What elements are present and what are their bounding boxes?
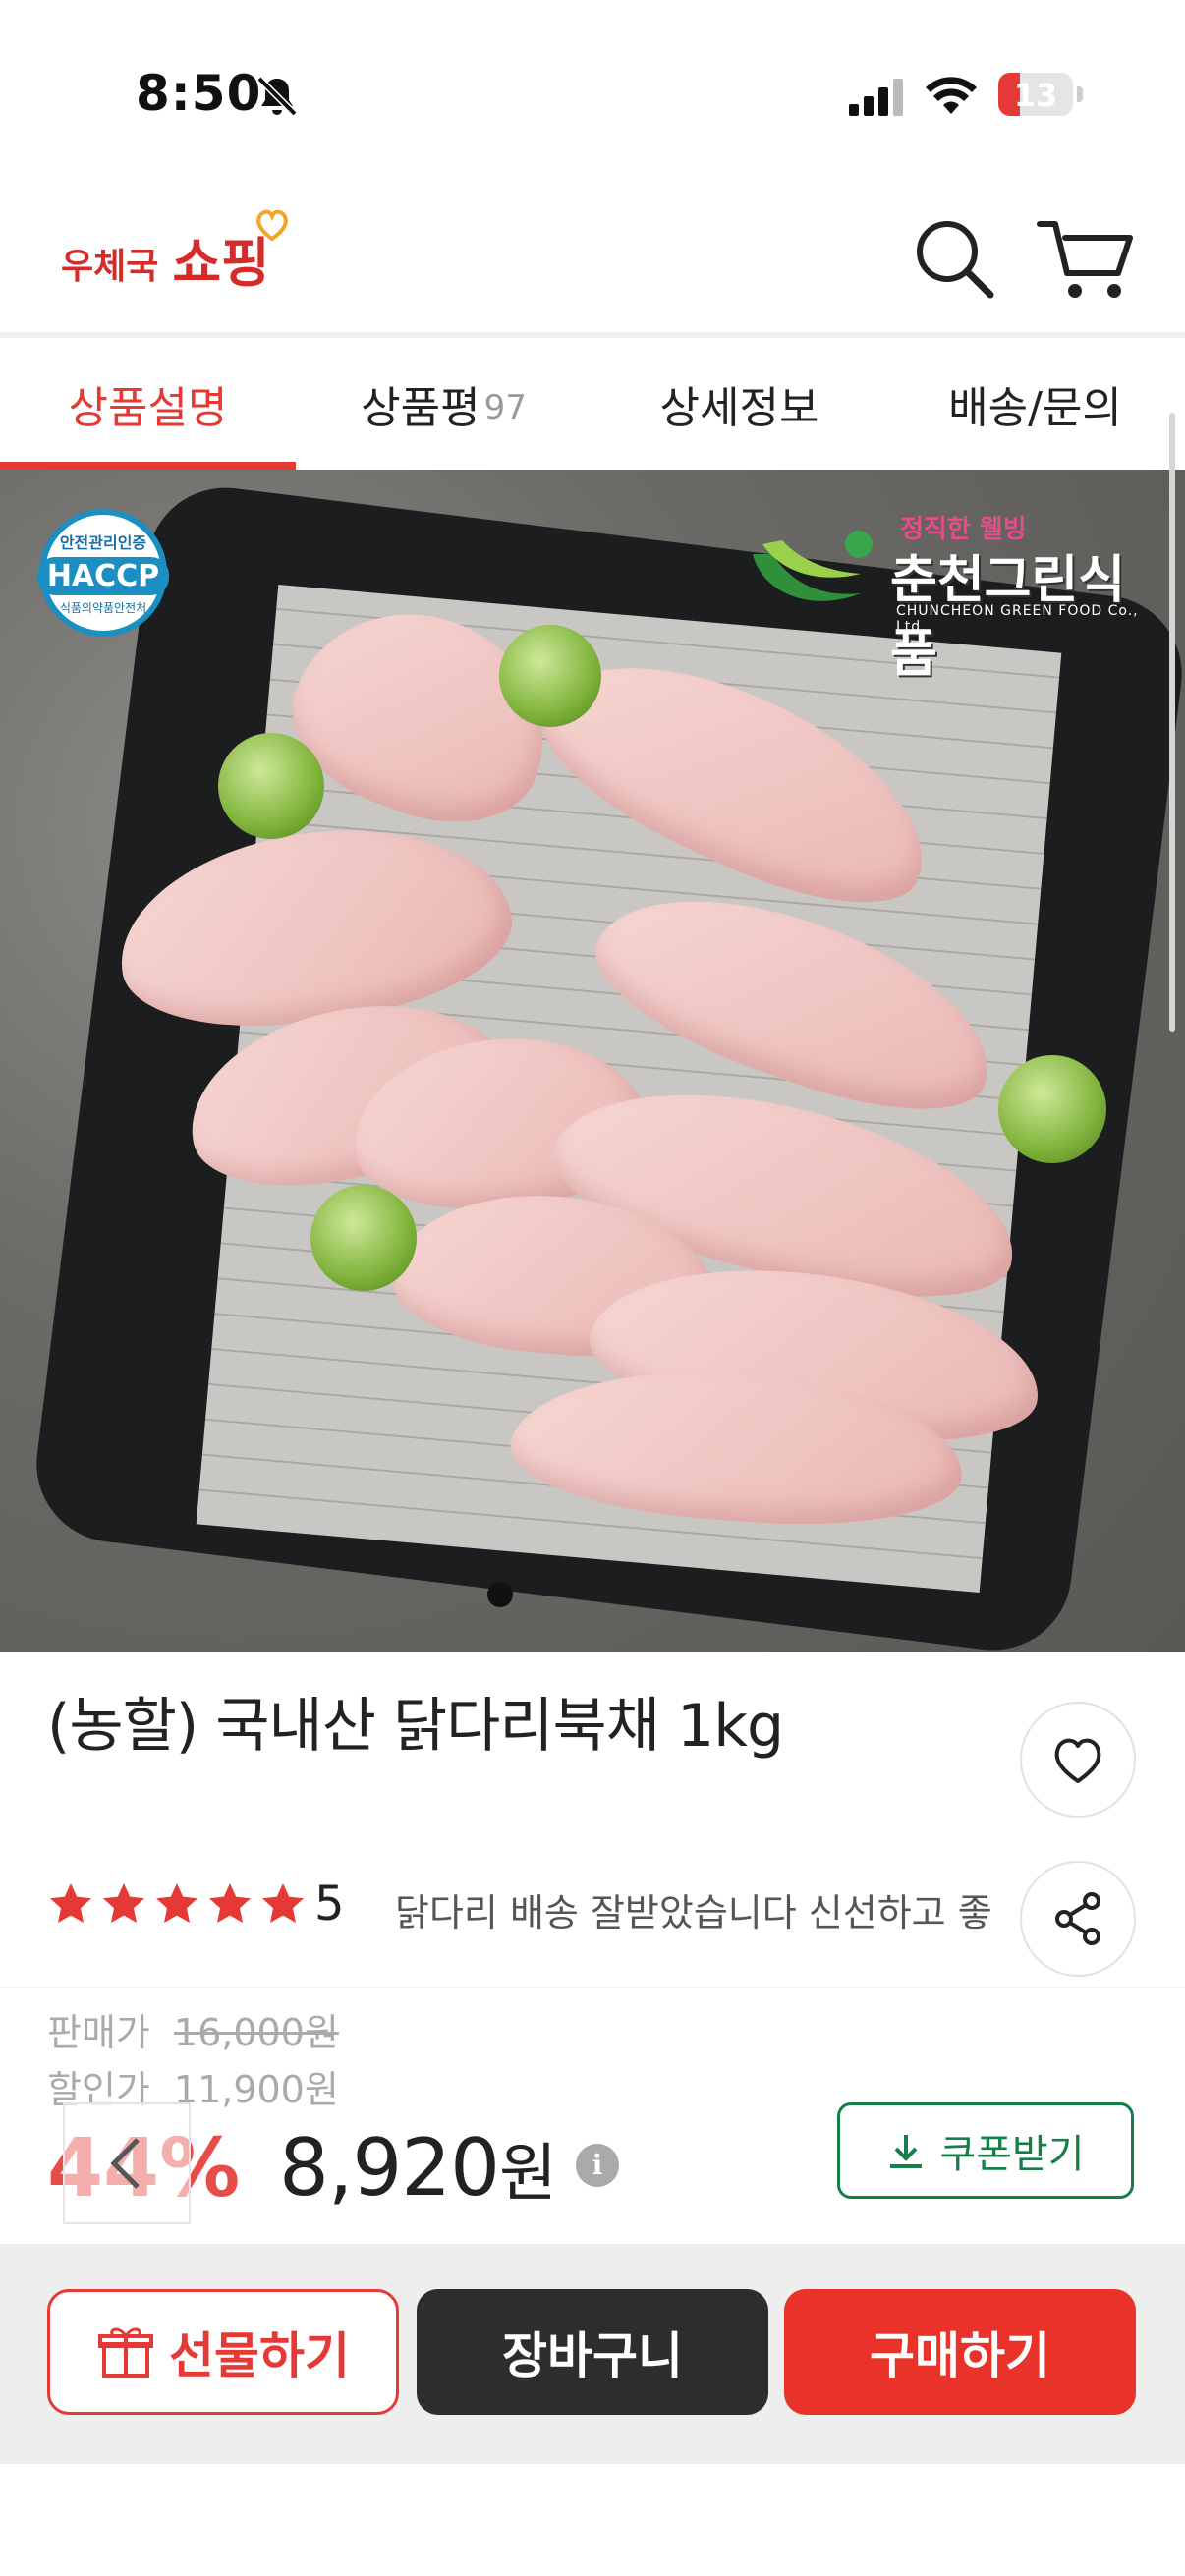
gift-label: 선물하기 (169, 2327, 350, 2384)
brand-logo: 정직한 웰빙 춘천그린식품 CHUNCHEON GREEN FOOD Co., … (743, 509, 1156, 684)
star-icon (103, 1883, 144, 1923)
share-icon (1055, 1892, 1100, 1945)
wifi-icon (926, 77, 977, 114)
star-icon (262, 1883, 304, 1923)
product-image[interactable]: 안전관리인증 HACCP 식품의약품안전처 정직한 웰빙 춘천그린식품 CHUN… (0, 470, 1185, 1652)
back-button[interactable] (63, 2102, 191, 2224)
brussels-sprout (998, 1055, 1106, 1163)
status-time: 8:50 (136, 65, 262, 122)
haccp-bottom-text: 식품의약품안전처 (59, 601, 147, 615)
buy-label: 구매하기 (870, 2327, 1050, 2384)
star-icon (50, 1883, 91, 1923)
haccp-mark: HACCP (36, 557, 170, 595)
add-to-cart-button[interactable]: 장바구니 (417, 2289, 768, 2415)
chevron-left-icon (110, 2138, 140, 2189)
buy-now-button[interactable]: 구매하기 (784, 2289, 1136, 2415)
discount-price: 11,900원 (173, 2068, 339, 2111)
tab-reviews[interactable]: 상품평 97 (296, 338, 592, 470)
logo[interactable]: 우체국 쇼핑 (61, 209, 288, 297)
section-divider (0, 1987, 1185, 1988)
logo-main: 쇼핑 (172, 209, 288, 297)
tab-label: 상세정보 (659, 383, 819, 433)
tab-label: 배송/문의 (948, 383, 1122, 433)
star-icon (209, 1883, 251, 1923)
product-tabs: 상품설명 상품평 97 상세정보 배송/문의 (0, 338, 1185, 470)
cellular-signal-icon (849, 79, 903, 116)
tab-label: 상품설명 (68, 383, 228, 433)
rating-score: 5 (314, 1876, 345, 1932)
product-title: (농할) 국내산 닭다리북채 1kg (47, 1692, 784, 1761)
review-count: 97 (483, 388, 527, 427)
logo-prefix: 우체국 (61, 247, 159, 287)
brand-english-name: CHUNCHEON GREEN FOOD Co., Ltd. (896, 603, 1139, 635)
bottom-action-bar: 선물하기 장바구니 구매하기 (0, 2244, 1185, 2464)
review-snippet[interactable]: 닭다리 배송 잘받았습니다 신선하고 좋아 (395, 1882, 994, 1936)
final-price-number: 8,920 (279, 2122, 500, 2213)
final-price: 8,920원 (279, 2122, 557, 2213)
tab-shipping-inquiry[interactable]: 배송/문의 (887, 338, 1183, 470)
final-price-unit: 원 (499, 2138, 557, 2211)
star-icon (156, 1883, 198, 1923)
tab-details[interactable]: 상세정보 (592, 338, 887, 470)
brussels-sprout (218, 733, 324, 839)
gift-icon (98, 2327, 153, 2378)
haccp-top-text: 안전관리인증 (59, 533, 147, 552)
carousel-dot[interactable] (487, 1582, 513, 1607)
scrollbar[interactable] (1169, 413, 1175, 1032)
wishlist-button[interactable] (1020, 1702, 1136, 1818)
sale-price-label: 판매가 (47, 2011, 150, 2054)
gift-button[interactable]: 선물하기 (47, 2289, 399, 2415)
battery-level: 13 (1013, 77, 1058, 114)
sale-price-row: 판매가 16,000원 (47, 2002, 339, 2056)
battery-indicator: 13 (998, 73, 1083, 116)
haccp-badge: 안전관리인증 HACCP 식품의약품안전처 (36, 509, 170, 637)
coupon-button[interactable]: 쿠폰받기 (837, 2102, 1134, 2199)
bell-muted-icon (256, 76, 298, 117)
rating-stars (47, 1880, 307, 1928)
logo-heart-icon (255, 209, 288, 242)
sale-price: 16,000원 (173, 2011, 339, 2054)
heart-icon (1054, 1738, 1101, 1783)
status-bar: 8:50 13 (0, 0, 1185, 187)
tab-label: 상품평 (361, 383, 480, 433)
brussels-sprout (310, 1185, 417, 1291)
tab-description[interactable]: 상품설명 (0, 338, 296, 470)
coupon-label: 쿠폰받기 (939, 2132, 1085, 2177)
info-icon[interactable]: i (576, 2144, 619, 2187)
download-icon (890, 2135, 923, 2168)
brand-bird-icon (753, 531, 873, 601)
share-button[interactable] (1020, 1861, 1136, 1977)
cart-label: 장바구니 (502, 2327, 683, 2384)
search-icon[interactable] (910, 214, 998, 303)
cart-icon[interactable] (1036, 214, 1138, 303)
brussels-sprout (499, 625, 601, 727)
